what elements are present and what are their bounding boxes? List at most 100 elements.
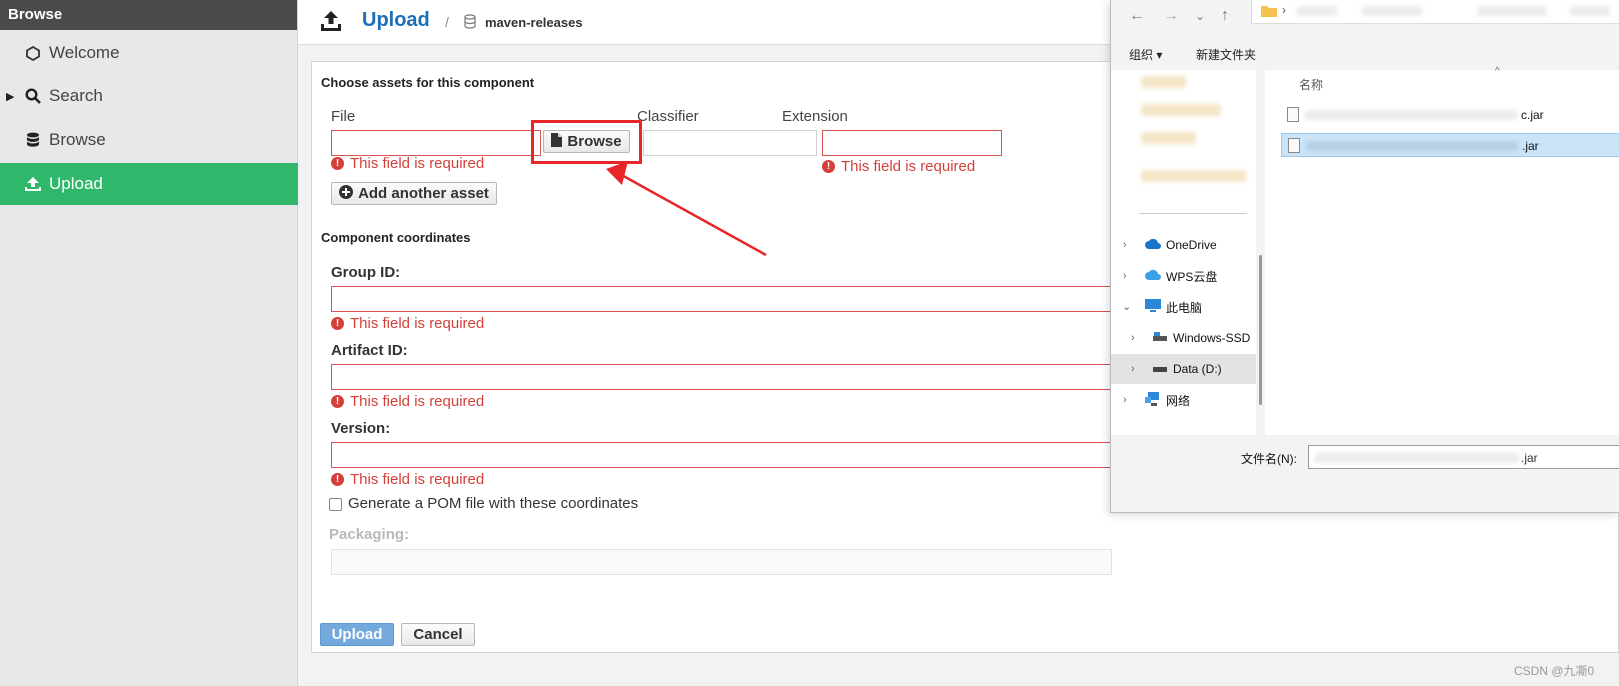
navigation-pane: › OneDrive › WPS云盘 ⌄ 此电脑 › Windows-SSD ›… [1111, 70, 1256, 435]
cancel-button[interactable]: Cancel [401, 623, 475, 646]
add-asset-label: Add another asset [358, 185, 489, 202]
nav-item-wps-cloud[interactable]: › WPS云盘 [1111, 261, 1256, 291]
packaging-input [331, 549, 1112, 575]
sidebar-item-welcome[interactable]: Welcome [0, 32, 298, 74]
filename-value: .jar [1521, 451, 1538, 465]
blurred-filename [1315, 453, 1519, 463]
upload-icon [320, 10, 342, 37]
breadcrumb-separator: / [445, 14, 449, 30]
file-row[interactable]: c.jar [1281, 103, 1619, 127]
group-id-label: Group ID: [331, 264, 401, 281]
nav-item-data-drive[interactable]: › Data (D:) [1111, 354, 1256, 384]
plus-circle-icon [339, 184, 354, 203]
error-icon: ! [822, 160, 835, 173]
chevron-right-icon[interactable]: › [1123, 270, 1127, 282]
page-title: Upload [362, 9, 430, 31]
path-chevron-icon: › [1282, 3, 1286, 17]
file-row[interactable]: .jar [1281, 133, 1619, 157]
chevron-right-icon[interactable]: › [1123, 394, 1127, 406]
group-id-input[interactable] [331, 286, 1112, 312]
sidebar-item-label: Upload [49, 174, 103, 193]
drive-icon [1153, 362, 1167, 376]
assets-section-title: Choose assets for this component [321, 75, 535, 90]
error-text: This field is required [350, 315, 485, 332]
chevron-down-icon[interactable]: ⌄ [1122, 300, 1131, 313]
blurred-quick-access [1141, 104, 1221, 116]
cloud-icon [1145, 238, 1161, 252]
chevron-right-icon[interactable]: › [1131, 363, 1135, 375]
monitor-icon [1145, 299, 1161, 315]
forward-arrow-icon[interactable]: → [1163, 7, 1179, 25]
version-input[interactable] [331, 442, 1112, 468]
nav-item-label: 此电脑 [1166, 300, 1203, 315]
error-text: This field is required [350, 155, 485, 172]
chevron-right-icon[interactable]: › [1123, 239, 1127, 251]
file-name: .jar [1522, 139, 1539, 153]
extension-column-label: Extension [782, 108, 848, 125]
error-icon: ! [331, 317, 344, 330]
error-text: This field is required [350, 471, 485, 488]
generate-pom-checkbox[interactable] [329, 498, 342, 511]
upload-button-label: Upload [331, 626, 383, 643]
file-icon [551, 132, 563, 151]
caret-right-icon[interactable]: ▶ [6, 90, 14, 103]
extension-error: ! This field is required [822, 158, 975, 175]
upload-button[interactable]: Upload [320, 623, 394, 646]
organize-menu[interactable]: 组织 ▾ [1129, 46, 1162, 63]
classifier-input[interactable] [643, 130, 817, 156]
back-arrow-icon[interactable]: ← [1129, 7, 1145, 25]
nav-item-label: Data (D:) [1173, 362, 1222, 376]
file-error: ! This field is required [331, 155, 484, 172]
sidebar: Browse Welcome ▶ Search Browse Upload [0, 0, 298, 686]
drive-icon [1153, 331, 1167, 345]
sidebar-item-browse[interactable]: Browse [0, 119, 298, 161]
sort-chevron-icon: ^ [1495, 66, 1500, 77]
version-error: ! This field is required [331, 471, 484, 488]
jar-file-icon [1287, 107, 1299, 122]
chevron-down-icon[interactable]: ⌄ [1195, 9, 1205, 23]
classifier-column-label: Classifier [637, 108, 699, 125]
sidebar-item-upload[interactable]: Upload [0, 163, 298, 205]
sidebar-item-label: Browse [49, 130, 106, 149]
blurred-filename [1305, 110, 1517, 120]
nav-item-label: WPS云盘 [1166, 269, 1218, 284]
extension-input[interactable] [822, 130, 1002, 156]
error-text: This field is required [841, 158, 976, 175]
blurred-quick-access [1141, 170, 1246, 182]
error-icon: ! [331, 157, 344, 170]
file-column-label: File [331, 108, 356, 125]
chevron-right-icon[interactable]: › [1131, 332, 1135, 344]
file-open-dialog: ← → ⌄ ↑ › 组织 ▾ 新建文件夹 › OneDrive › WPS云盘 … [1110, 0, 1619, 513]
blurred-quick-access [1141, 76, 1186, 88]
address-bar[interactable]: › [1251, 0, 1619, 24]
scrollbar[interactable] [1259, 255, 1262, 405]
upload-icon [24, 175, 42, 193]
new-folder-button[interactable]: 新建文件夹 [1196, 46, 1256, 63]
file-input[interactable] [331, 130, 541, 156]
nav-item-network[interactable]: › 网络 [1111, 385, 1256, 415]
file-name: c.jar [1521, 108, 1544, 122]
breadcrumb-repository[interactable]: maven-releases [485, 15, 583, 30]
up-arrow-icon[interactable]: ↑ [1221, 7, 1229, 25]
search-icon [24, 87, 42, 105]
nav-item-label: 网络 [1166, 393, 1191, 408]
error-icon: ! [331, 395, 344, 408]
filename-input[interactable]: .jar [1308, 445, 1619, 469]
name-column-header[interactable]: 名称 [1299, 76, 1323, 93]
nav-item-this-pc[interactable]: ⌄ 此电脑 [1111, 292, 1256, 322]
browse-button[interactable]: Browse [543, 130, 630, 153]
annotation-arrow [606, 161, 767, 257]
sidebar-item-label: Search [49, 86, 103, 105]
cloud-icon [1145, 269, 1161, 283]
sidebar-item-label: Welcome [49, 43, 120, 62]
blurred-path [1362, 6, 1422, 16]
file-list-pane: 名称 ^ c.jar .jar [1265, 66, 1619, 435]
nav-item-windows-ssd[interactable]: › Windows-SSD [1111, 323, 1256, 353]
database-icon [24, 131, 42, 149]
blurred-quick-access [1141, 132, 1196, 144]
add-asset-button[interactable]: Add another asset [331, 182, 497, 205]
blurred-path [1570, 6, 1610, 16]
nav-item-onedrive[interactable]: › OneDrive [1111, 230, 1256, 260]
artifact-id-input[interactable] [331, 364, 1112, 390]
sidebar-item-search[interactable]: ▶ Search [0, 75, 298, 117]
